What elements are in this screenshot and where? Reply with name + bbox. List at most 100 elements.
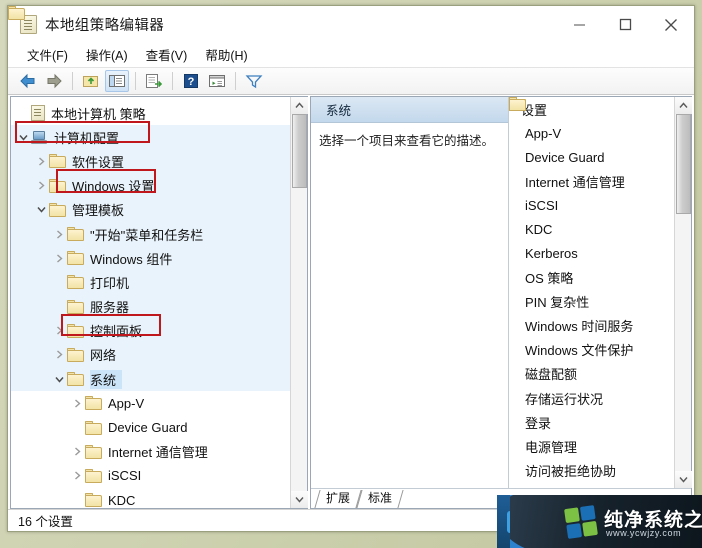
- list-item[interactable]: 登录: [509, 97, 674, 434]
- scroll-down-arrow-icon[interactable]: [290, 491, 308, 508]
- filter-icon[interactable]: [242, 70, 266, 92]
- list-item[interactable]: Windows 时间服务: [509, 97, 674, 338]
- chevron-right-icon[interactable]: [51, 350, 67, 359]
- list-item-label: OS 策略: [525, 271, 574, 287]
- tree-item-4[interactable]: "开始"菜单和任务栏: [11, 221, 290, 247]
- scroll-up-arrow-icon[interactable]: [674, 97, 692, 114]
- chevron-right-icon[interactable]: [51, 326, 67, 335]
- chevron-down-icon[interactable]: [33, 206, 49, 213]
- tree-item-label: Device Guard: [108, 420, 188, 436]
- tree-item-label: 控制面板: [90, 324, 143, 340]
- settings-vertical-scrollbar[interactable]: [674, 97, 692, 488]
- export-list-icon[interactable]: [142, 70, 166, 92]
- tree-item-6[interactable]: 打印机: [11, 270, 290, 295]
- chevron-right-icon[interactable]: [33, 157, 49, 166]
- tree-item-15[interactable]: KDC: [11, 488, 290, 508]
- separator: [172, 72, 173, 90]
- console-tree[interactable]: 本地计算机 策略 计算机配置 软件设置 Windows 设置 管理模板 "开始"菜单和任务…: [11, 97, 290, 508]
- list-item[interactable]: 分布式 COM: [509, 97, 674, 488]
- list-item[interactable]: Kerberos: [509, 97, 674, 265]
- settings-list[interactable]: 设置 App-V Device Guard Internet 通信管理 iSCSI KD…: [509, 97, 674, 488]
- tree-item-5[interactable]: Windows 组件: [11, 246, 290, 271]
- settings-scroll-thumb[interactable]: [675, 114, 691, 214]
- minimize-icon[interactable]: [556, 10, 602, 40]
- tree-item-10[interactable]: 系统: [11, 367, 290, 392]
- tab-extended[interactable]: 扩展: [317, 488, 359, 508]
- maximize-icon[interactable]: [602, 10, 648, 40]
- show-detail-pane-icon[interactable]: [205, 70, 229, 92]
- description-header-label: 系统: [326, 104, 352, 118]
- settings-column-header[interactable]: 设置: [509, 97, 674, 121]
- list-item[interactable]: Internet 通信管理: [509, 97, 674, 193]
- scroll-up-arrow-icon[interactable]: [290, 97, 308, 114]
- chevron-right-icon[interactable]: [69, 447, 85, 456]
- list-item[interactable]: 访问被拒绝协助: [509, 97, 674, 482]
- list-item[interactable]: Windows 文件保护: [509, 97, 674, 362]
- folder-icon: [49, 178, 66, 193]
- tree-vertical-scrollbar[interactable]: [290, 97, 308, 508]
- tree-item-14[interactable]: iSCSI: [11, 464, 290, 488]
- settings-scroll-track[interactable]: [675, 114, 692, 471]
- separator: [135, 72, 136, 90]
- tree-item-7[interactable]: 服务器: [11, 294, 290, 319]
- folder-icon: [85, 396, 102, 411]
- tree-item-9[interactable]: 网络: [11, 342, 290, 368]
- chevron-down-icon[interactable]: [15, 134, 31, 141]
- list-item[interactable]: Device Guard: [509, 97, 674, 169]
- chevron-right-icon[interactable]: [51, 230, 67, 239]
- tree-scroll-thumb[interactable]: [291, 114, 307, 188]
- menu-file[interactable]: 文件(F): [18, 43, 77, 67]
- list-item[interactable]: 电源管理: [509, 97, 674, 458]
- tree-item-11[interactable]: App-V: [11, 391, 290, 415]
- list-item-label: PIN 复杂性: [525, 295, 590, 311]
- folder-icon: [67, 323, 84, 338]
- scroll-down-arrow-icon[interactable]: [674, 471, 692, 488]
- svg-text:?: ?: [188, 76, 195, 88]
- menu-view[interactable]: 查看(V): [137, 43, 197, 67]
- tree-item-label: 网络: [90, 348, 117, 364]
- view-tabs: 扩展 标准: [311, 488, 691, 508]
- show-hide-tree-icon[interactable]: [105, 70, 129, 92]
- tree-item-1[interactable]: 软件设置: [11, 149, 290, 174]
- chevron-right-icon[interactable]: [33, 181, 49, 190]
- help-icon[interactable]: ?: [179, 70, 203, 92]
- list-item[interactable]: iSCSI: [509, 97, 674, 217]
- tree-root[interactable]: 本地计算机 策略: [11, 101, 290, 125]
- up-one-level-icon[interactable]: [79, 70, 103, 92]
- chevron-right-icon[interactable]: [69, 399, 85, 408]
- tree-scroll-track[interactable]: [291, 114, 308, 491]
- list-item-label: 磁盘配额: [525, 367, 578, 383]
- chevron-down-icon[interactable]: [51, 376, 67, 383]
- list-item-label: Windows 时间服务: [525, 319, 634, 335]
- tree-item-0[interactable]: 计算机配置: [11, 125, 290, 150]
- list-item[interactable]: OS 策略: [509, 97, 674, 290]
- list-item[interactable]: PIN 复杂性: [509, 97, 674, 314]
- folder-icon: [67, 372, 84, 387]
- tree-item-12[interactable]: Device Guard: [11, 415, 290, 439]
- list-item[interactable]: App-V: [509, 97, 674, 145]
- close-icon[interactable]: [648, 10, 694, 40]
- tree-item-label: 打印机: [90, 275, 130, 291]
- chevron-right-icon[interactable]: [51, 254, 67, 263]
- tree-item-13[interactable]: Internet 通信管理: [11, 440, 290, 464]
- menu-help[interactable]: 帮助(H): [196, 43, 256, 67]
- tab-standard[interactable]: 标准: [359, 488, 401, 508]
- list-item[interactable]: KDC: [509, 97, 674, 241]
- separator: [72, 72, 73, 90]
- chevron-right-icon[interactable]: [69, 471, 85, 480]
- content-area: 本地计算机 策略 计算机配置 软件设置 Windows 设置 管理模板 "开始"菜单和任务…: [8, 6, 694, 509]
- forward-icon[interactable]: [42, 70, 66, 92]
- tree-item-2[interactable]: Windows 设置: [11, 173, 290, 198]
- list-item[interactable]: 磁盘配额: [509, 97, 674, 386]
- description-header: 系统: [8, 6, 508, 123]
- tree-item-8[interactable]: 控制面板: [11, 318, 290, 343]
- list-item[interactable]: 存储运行状况: [509, 97, 674, 410]
- folder-icon: [67, 227, 84, 242]
- list-item-label: Kerberos: [525, 246, 578, 262]
- menu-action[interactable]: 操作(A): [77, 43, 137, 67]
- back-icon[interactable]: [16, 70, 40, 92]
- folder-icon: [49, 202, 66, 217]
- menu-bar: 文件(F) 操作(A) 查看(V) 帮助(H): [8, 43, 694, 67]
- tree-item-3[interactable]: 管理模板: [11, 197, 290, 222]
- list-item-label: Internet 通信管理: [525, 174, 625, 190]
